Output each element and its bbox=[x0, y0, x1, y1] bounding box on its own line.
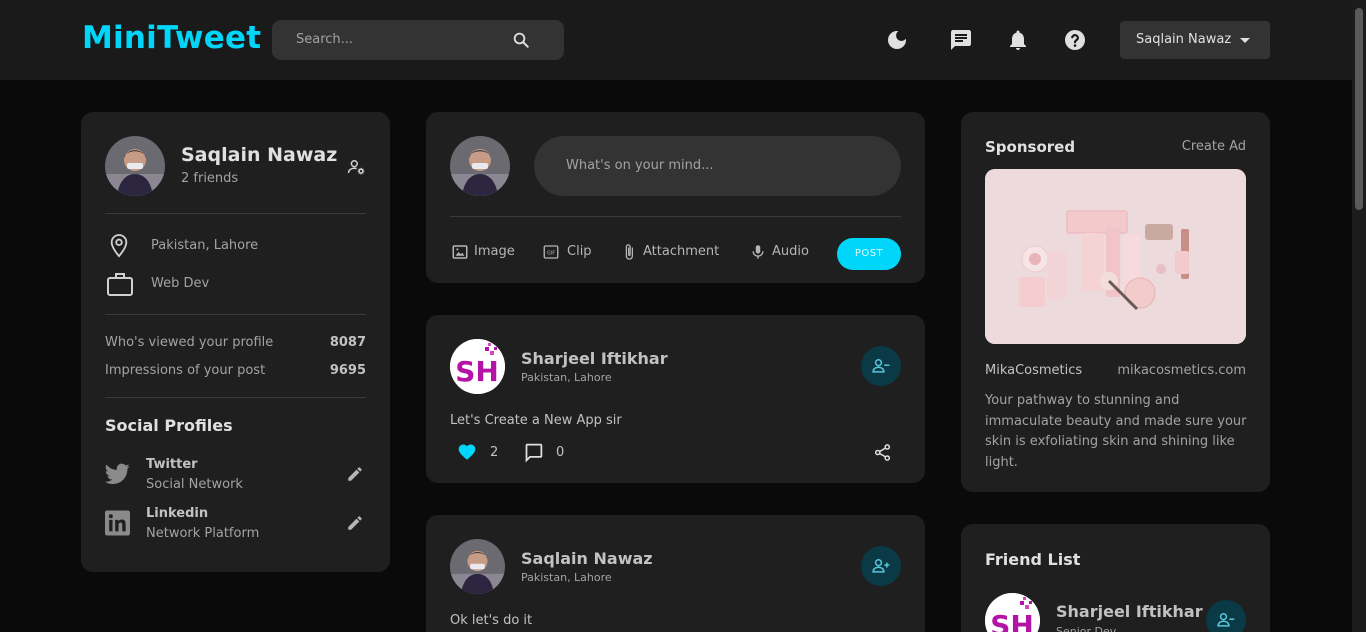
audio-button[interactable]: Audio bbox=[772, 244, 809, 259]
social-profiles-title: Social Profiles bbox=[105, 416, 233, 435]
top-navbar: MiniTweet Search... Saqlain Nawaz bbox=[0, 0, 1352, 80]
avatar[interactable]: SH bbox=[450, 339, 505, 394]
sponsored-card: Sponsored Create Ad MikaCosmetics mikaco… bbox=[961, 112, 1270, 492]
avatar[interactable] bbox=[105, 136, 165, 196]
stat-value: 8087 bbox=[329, 335, 366, 350]
post-text: Let's Create a New App sir bbox=[450, 413, 622, 428]
post-location: Pakistan, Lahore bbox=[521, 571, 612, 584]
help-icon[interactable] bbox=[1063, 28, 1087, 52]
post-button[interactable]: POST bbox=[837, 238, 901, 270]
post-author[interactable]: Sharjeel Iftikhar bbox=[521, 349, 668, 368]
manage-accounts-icon[interactable] bbox=[346, 157, 366, 177]
search-input[interactable]: Search... bbox=[296, 32, 353, 47]
chevron-down-icon bbox=[1240, 38, 1250, 43]
linkedin-icon bbox=[105, 510, 130, 536]
person-add-icon bbox=[872, 559, 890, 573]
ad-image[interactable] bbox=[985, 169, 1246, 344]
profile-name[interactable]: Saqlain Nawaz bbox=[181, 144, 337, 166]
stat-label: Who's viewed your profile bbox=[105, 335, 274, 350]
user-menu-dropdown[interactable]: Saqlain Nawaz bbox=[1120, 21, 1270, 59]
comment-icon[interactable] bbox=[523, 442, 544, 463]
twitter-icon bbox=[105, 463, 130, 484]
sponsored-title: Sponsored bbox=[985, 138, 1076, 156]
dark-mode-icon[interactable] bbox=[885, 28, 909, 52]
divider bbox=[105, 213, 366, 214]
avatar[interactable] bbox=[450, 136, 510, 196]
divider bbox=[105, 397, 366, 398]
add-friend-button[interactable] bbox=[861, 546, 901, 586]
post-input[interactable]: What's on your mind... bbox=[534, 136, 901, 196]
scrollbar-thumb[interactable] bbox=[1355, 8, 1363, 210]
search-icon[interactable] bbox=[512, 31, 530, 49]
image-icon[interactable] bbox=[451, 243, 469, 261]
remove-friend-button[interactable] bbox=[861, 346, 901, 386]
avatar[interactable]: SH bbox=[985, 593, 1040, 632]
attachment-button[interactable]: Attachment bbox=[643, 244, 719, 259]
ad-brand: MikaCosmetics bbox=[985, 363, 1083, 378]
message-icon[interactable] bbox=[949, 28, 973, 52]
social-type: Network Platform bbox=[146, 526, 260, 541]
post-location: Pakistan, Lahore bbox=[521, 371, 612, 384]
edit-icon[interactable] bbox=[346, 465, 364, 483]
stat-label: Impressions of your post bbox=[105, 363, 266, 378]
page-scrollbar[interactable] bbox=[1352, 0, 1366, 632]
person-remove-icon bbox=[1217, 613, 1235, 627]
like-count: 2 bbox=[490, 445, 499, 460]
friend-name[interactable]: Sharjeel Iftikhar bbox=[1056, 602, 1203, 621]
friends-count: 2 friends bbox=[181, 171, 239, 186]
divider bbox=[450, 216, 901, 217]
post-card: Saqlain Nawaz Pakistan, Lahore Ok let's … bbox=[426, 515, 925, 632]
social-name[interactable]: Linkedin bbox=[146, 506, 208, 521]
post-card: SH Sharjeel Iftikhar Pakistan, Lahore Le… bbox=[426, 315, 925, 483]
friend-list-title: Friend List bbox=[985, 550, 1081, 569]
notifications-icon[interactable] bbox=[1006, 28, 1030, 52]
location-icon bbox=[110, 234, 128, 258]
post-input-placeholder: What's on your mind... bbox=[566, 158, 714, 173]
user-menu-name: Saqlain Nawaz bbox=[1136, 32, 1232, 47]
remove-friend-button[interactable] bbox=[1206, 600, 1246, 632]
profile-card: Saqlain Nawaz 2 friends Pakistan, Lahore… bbox=[81, 112, 390, 572]
profile-occupation: Web Dev bbox=[151, 276, 210, 291]
comment-count: 0 bbox=[556, 445, 565, 460]
svg-text:SH: SH bbox=[455, 355, 499, 388]
attachment-icon[interactable] bbox=[620, 243, 638, 261]
post-author[interactable]: Saqlain Nawaz bbox=[521, 549, 653, 568]
divider bbox=[105, 314, 366, 315]
avatar[interactable] bbox=[450, 539, 505, 594]
ad-website[interactable]: mikacosmetics.com bbox=[1117, 363, 1246, 378]
microphone-icon[interactable] bbox=[749, 243, 767, 261]
ad-description: Your pathway to stunning and immaculate … bbox=[985, 393, 1247, 470]
friend-list-card: Friend List SH Sharjeel Iftikhar Senior … bbox=[961, 524, 1270, 632]
svg-text:GIF: GIF bbox=[547, 250, 555, 256]
post-text: Ok let's do it bbox=[450, 613, 533, 628]
app-logo[interactable]: MiniTweet bbox=[82, 20, 261, 56]
profile-location: Pakistan, Lahore bbox=[151, 238, 259, 253]
stat-value: 9695 bbox=[329, 363, 366, 378]
person-remove-icon bbox=[872, 359, 890, 373]
friend-role: Senior Dev bbox=[1056, 625, 1117, 632]
post-composer: What's on your mind... Image GIF Clip At… bbox=[426, 112, 925, 283]
svg-text:SH: SH bbox=[990, 609, 1034, 632]
edit-icon[interactable] bbox=[346, 514, 364, 532]
create-ad-link[interactable]: Create Ad bbox=[1182, 139, 1246, 154]
search-bar[interactable]: Search... bbox=[272, 20, 564, 60]
social-name[interactable]: Twitter bbox=[146, 457, 198, 472]
clip-button[interactable]: Clip bbox=[567, 244, 592, 259]
work-icon bbox=[107, 273, 133, 296]
like-icon[interactable] bbox=[457, 442, 477, 462]
share-icon[interactable] bbox=[873, 443, 892, 462]
gif-icon[interactable]: GIF bbox=[542, 243, 560, 261]
image-button[interactable]: Image bbox=[474, 244, 515, 259]
social-type: Social Network bbox=[146, 477, 243, 492]
